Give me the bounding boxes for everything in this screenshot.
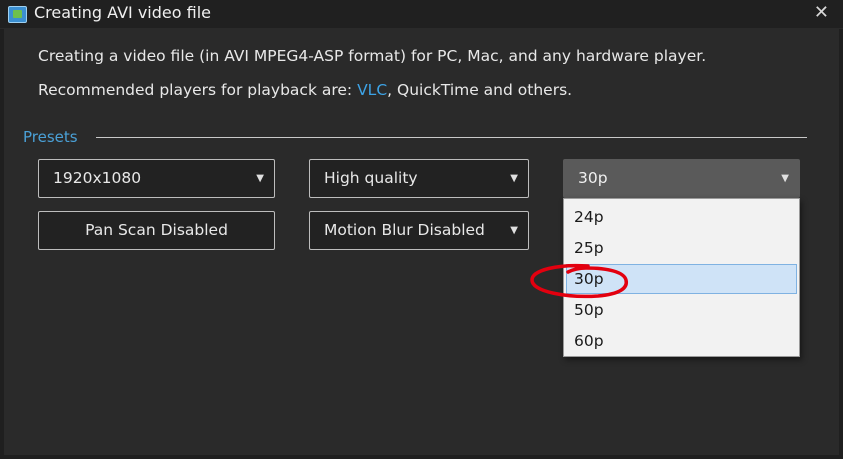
window-title: Creating AVI video file [34, 3, 211, 22]
app-icon [8, 6, 27, 23]
pan-scan-button[interactable]: Pan Scan Disabled [38, 211, 275, 250]
vlc-link[interactable]: VLC [357, 81, 387, 99]
dialog-body: Creating a video file (in AVI MPEG4-ASP … [4, 29, 839, 455]
framerate-value: 30p [578, 169, 608, 187]
framerate-option-24p[interactable]: 24p [566, 202, 797, 232]
framerate-option-25p[interactable]: 25p [566, 233, 797, 263]
chevron-down-icon: ▼ [510, 173, 518, 184]
framerate-dropdown[interactable]: 30p ▼ [563, 159, 800, 198]
chevron-down-icon: ▼ [781, 173, 789, 184]
framerate-option-60p[interactable]: 60p [566, 326, 797, 356]
chevron-down-icon: ▼ [256, 173, 264, 184]
format-description: Creating a video file (in AVI MPEG4-ASP … [38, 47, 707, 65]
close-icon[interactable]: ✕ [814, 2, 829, 23]
presets-divider [96, 137, 807, 138]
quality-dropdown[interactable]: High quality ▼ [309, 159, 529, 198]
resolution-value: 1920x1080 [53, 169, 142, 187]
recommended-players: Recommended players for playback are: VL… [38, 81, 572, 99]
recommended-suffix: , QuickTime and others. [387, 81, 573, 99]
title-bar: Creating AVI video file ✕ [0, 0, 843, 29]
motion-blur-dropdown[interactable]: Motion Blur Disabled ▼ [309, 211, 529, 250]
quality-value: High quality [324, 169, 418, 187]
chevron-down-icon: ▼ [510, 225, 518, 236]
motion-blur-value: Motion Blur Disabled [324, 221, 485, 239]
recommended-prefix: Recommended players for playback are: [38, 81, 358, 99]
presets-label: Presets [23, 128, 78, 146]
red-circle-annotation [530, 263, 629, 299]
resolution-dropdown[interactable]: 1920x1080 ▼ [38, 159, 275, 198]
